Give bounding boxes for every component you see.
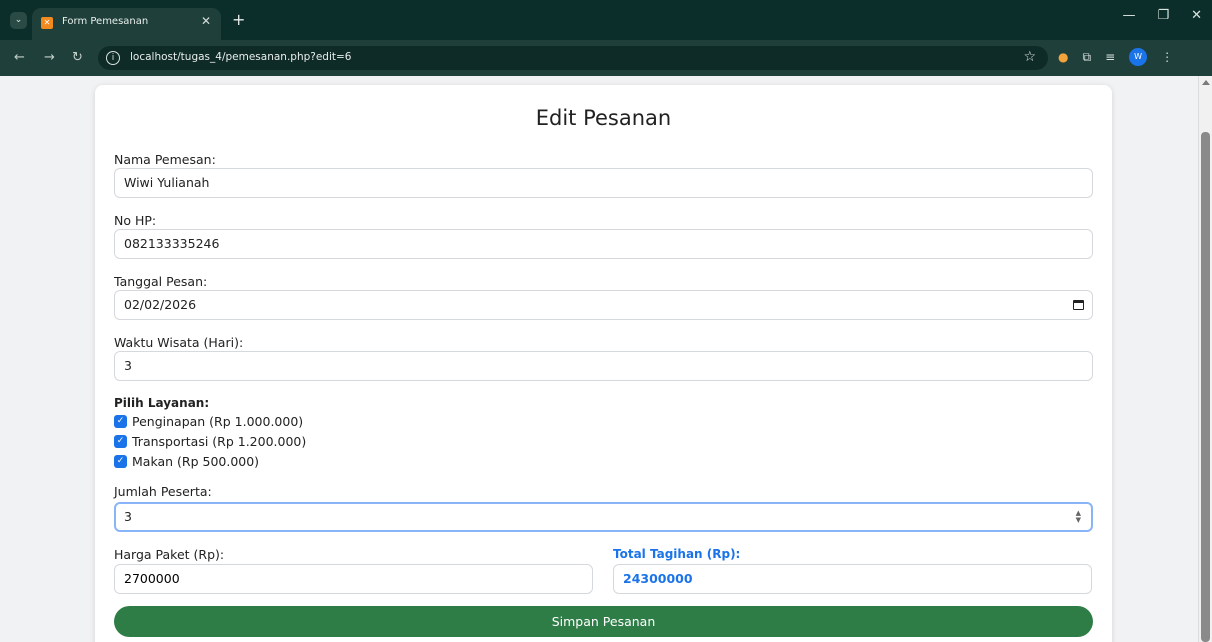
peserta-value: 3 [124,509,132,524]
tab-close-icon[interactable]: ✕ [201,14,211,28]
profile-avatar[interactable]: W [1129,48,1148,66]
nama-input[interactable]: Wiwi Yulianah [114,168,1093,198]
checkbox-checked-icon[interactable]: ✓ [114,435,127,448]
window-controls: — ❐ ✕ [1122,8,1202,23]
tab-title: Form Pemesanan [62,16,149,27]
hp-label: No HP: [114,213,157,228]
browser-toolbar: ← → ↻ i localhost/tugas_4/pemesanan.php?… [0,40,1212,76]
xampp-favicon-icon: ✕ [41,17,53,29]
layanan-option-label: Makan (Rp 500.000) [132,454,260,469]
peserta-label: Jumlah Peserta: [114,484,212,499]
number-spinner-icon[interactable]: ▲ ▼ [1076,510,1081,524]
site-info-icon[interactable]: i [106,51,120,65]
peserta-input[interactable]: 3 ▲ ▼ [114,502,1093,532]
new-tab-plus-icon[interactable]: + [232,10,245,29]
extension-icon[interactable]: ● [1058,50,1068,64]
page-scrollbar[interactable] [1198,76,1212,642]
layanan-penginapan[interactable]: ✓ Penginapan (Rp 1.000.000) [114,414,303,429]
reading-list-icon[interactable]: ≡ [1105,50,1115,64]
browser-tab[interactable]: ✕ Form Pemesanan ✕ [32,8,221,40]
scroll-up-arrow-icon[interactable] [1202,80,1210,85]
tab-search-chevron-icon[interactable]: ⌄ [10,12,27,29]
browser-menu-icon[interactable]: ⋮ [1161,50,1173,64]
puzzle-extensions-icon[interactable]: ⧉ [1082,50,1091,65]
layanan-makan[interactable]: ✓ Makan (Rp 500.000) [114,454,259,469]
total-value: 24300000 [623,571,693,586]
form-card: Edit Pesanan Nama Pemesan: Wiwi Yulianah… [95,85,1112,642]
tanggal-label: Tanggal Pesan: [114,274,208,289]
tanggal-value: 02/02/2026 [124,297,197,312]
page-title: Edit Pesanan [535,106,672,130]
tanggal-input[interactable]: 02/02/2026 [114,290,1093,320]
total-label: Total Tagihan (Rp): [613,547,741,561]
forward-arrow-icon[interactable]: → [44,50,55,65]
checkbox-checked-icon[interactable]: ✓ [114,415,127,428]
simpan-pesanan-button[interactable]: Simpan Pesanan [114,606,1093,637]
scroll-thumb[interactable] [1201,132,1210,642]
harga-input[interactable]: 2700000 [114,564,593,594]
harga-label: Harga Paket (Rp): [114,547,225,562]
toolbar-extensions: ● ⧉ ≡ W ⋮ [1058,48,1173,66]
restore-icon[interactable]: ❐ [1157,8,1169,23]
hp-input[interactable]: 082133335246 [114,229,1093,259]
reload-icon[interactable]: ↻ [72,50,83,65]
url-text[interactable]: localhost/tugas_4/pemesanan.php?edit=6 [130,51,351,63]
total-input[interactable]: 24300000 [613,564,1092,594]
waktu-input[interactable]: 3 [114,351,1093,381]
bookmark-star-icon[interactable]: ☆ [1023,49,1036,65]
back-arrow-icon[interactable]: ← [14,50,25,65]
minimize-icon[interactable]: — [1122,8,1135,23]
layanan-option-label: Transportasi (Rp 1.200.000) [132,434,307,449]
layanan-option-label: Penginapan (Rp 1.000.000) [132,414,304,429]
waktu-label: Waktu Wisata (Hari): [114,335,244,350]
calendar-icon[interactable] [1073,300,1084,310]
page-viewport: Edit Pesanan Nama Pemesan: Wiwi Yulianah… [0,76,1198,642]
address-bar[interactable]: i localhost/tugas_4/pemesanan.php?edit=6… [98,46,1048,70]
checkbox-checked-icon[interactable]: ✓ [114,455,127,468]
browser-tab-strip: ⌄ ✕ Form Pemesanan ✕ + — ❐ ✕ [0,0,1212,40]
close-window-icon[interactable]: ✕ [1191,8,1202,23]
layanan-label: Pilih Layanan: [114,396,210,410]
nama-label: Nama Pemesan: [114,152,216,167]
layanan-transportasi[interactable]: ✓ Transportasi (Rp 1.200.000) [114,434,306,449]
